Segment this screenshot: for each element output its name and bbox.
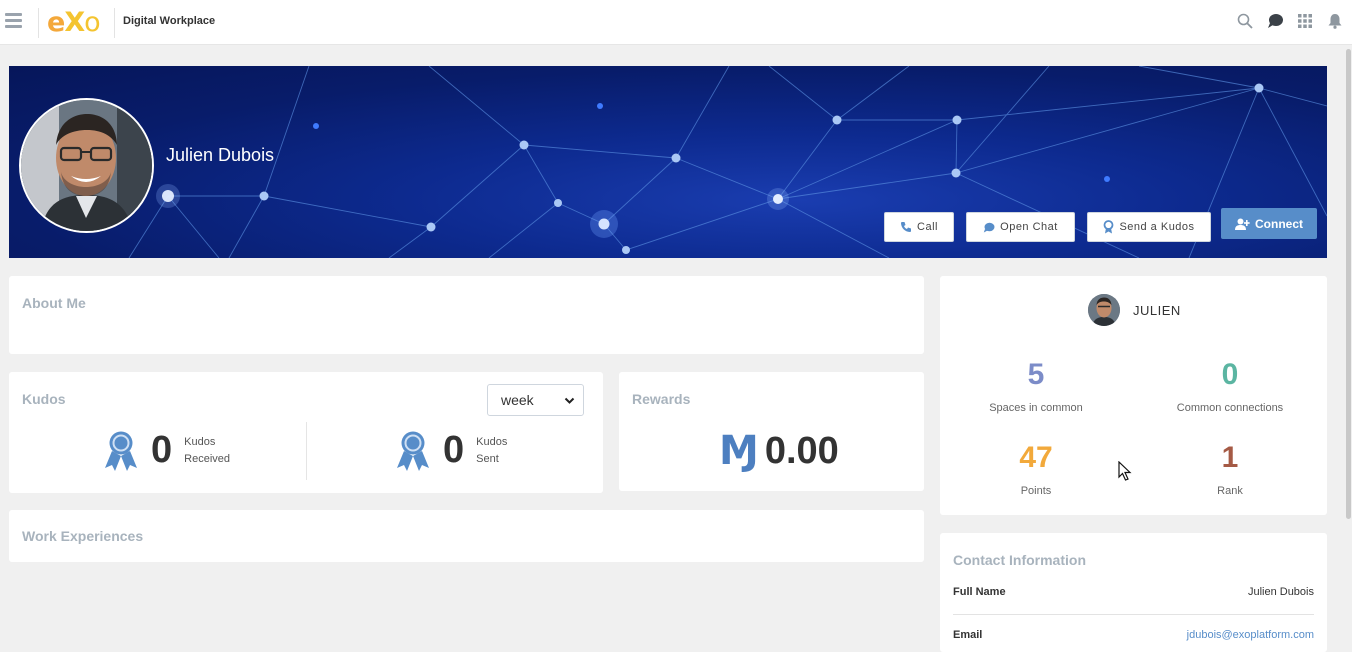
kudos-period-value: week [501,392,534,408]
spaces-in-common-value: 5 [1027,358,1045,391]
full-name-value: Julien Dubois [1247,586,1314,598]
profile-name: Julien Dubois [166,145,275,165]
connect-button[interactable]: Connect [1221,208,1317,239]
kudos-sent-count: 0 [443,429,465,471]
page-scrollbar[interactable] [1345,45,1352,652]
kudos-received[interactable]: 0 Kudos Received [103,429,230,472]
spaces-in-common-stat[interactable]: 5 Spaces in common [946,358,1126,414]
kudos-ribbon-icon [397,431,429,471]
open-chat-label: Open Chat [1000,221,1058,233]
common-connections-value: 0 [1221,358,1239,391]
points-value: 47 [1019,441,1053,474]
avatar [1088,294,1120,326]
full-name-label: Full Name [953,586,1006,598]
send-kudos-label: Send a Kudos [1119,221,1195,233]
about-me-card: About Me [9,276,924,354]
divider [953,614,1314,615]
call-label: Call [917,221,938,233]
add-user-icon [1235,218,1250,230]
workspace-name[interactable]: Digital Workplace [123,15,215,27]
stats-user-name: JULIEN [1133,302,1181,318]
ribbon-icon [1104,220,1114,234]
email-label: Email [953,629,983,641]
kudos-title: Kudos [22,391,66,407]
kudos-period-select[interactable]: week [487,384,584,416]
work-experiences-card: Work Experiences [9,510,924,562]
chevron-down-icon [564,397,575,404]
rewards-balance[interactable]: Ɱ 0.00 [719,428,839,474]
kudos-received-label-2: Received [184,452,230,465]
about-me-title: About Me [22,295,86,311]
chat-bubble-icon [983,222,995,232]
rank-value: 1 [1221,441,1239,474]
rewards-title: Rewards [632,391,691,407]
rewards-currency-icon: Ɱ [719,428,759,474]
points-stat[interactable]: 47 Points [946,441,1126,497]
kudos-sent-label-1: Kudos [476,435,508,448]
menu-icon[interactable] [5,13,22,29]
divider [306,422,307,480]
rank-label: Rank [1217,485,1243,497]
rank-stat[interactable]: 1 Rank [1140,441,1320,497]
connect-label: Connect [1255,216,1303,231]
work-experiences-title: Work Experiences [22,528,144,544]
kudos-sent-label-2: Sent [476,452,499,465]
contact-information-title: Contact Information [953,552,1086,568]
rewards-amount: 0.00 [764,429,839,472]
points-label: Points [1020,485,1052,497]
common-connections-stat[interactable]: 0 Common connections [1140,358,1320,414]
search-icon[interactable] [1236,10,1254,32]
open-chat-button[interactable]: Open Chat [966,212,1075,242]
apps-grid-icon[interactable] [1296,10,1314,32]
kudos-sent[interactable]: 0 Kudos Sent [395,429,507,472]
profile-banner: Julien Dubois Call Open Chat Send a Kudo… [9,66,1327,258]
spaces-in-common-label: Spaces in common [989,402,1083,414]
kudos-ribbon-icon [105,431,137,471]
kudos-received-count: 0 [151,429,173,471]
divider [38,8,39,38]
scrollbar-thumb[interactable] [1346,49,1351,519]
email-link[interactable]: jdubois@exoplatform.com [1187,629,1314,641]
rewards-card: Rewards Ɱ 0.00 [619,372,924,491]
phone-icon [901,222,912,232]
exo-logo[interactable]: eXo [47,6,101,38]
kudos-received-label-1: Kudos [184,435,216,448]
profile-stats-card: JULIEN 5 Spaces in common 0 Common conne… [940,276,1327,515]
bell-icon[interactable] [1326,10,1344,32]
send-kudos-button[interactable]: Send a Kudos [1087,212,1211,242]
divider [114,8,115,38]
profile-avatar[interactable] [19,98,154,233]
top-bar: eXo Digital Workplace [0,0,1352,45]
chat-icon[interactable] [1266,10,1284,32]
kudos-card: Kudos week 0 Kudos Received 0 Kudos Sent [9,372,603,493]
call-button[interactable]: Call [884,212,954,242]
common-connections-label: Common connections [1176,402,1284,414]
contact-information-card: Contact Information Full Name Julien Dub… [940,533,1327,652]
mouse-cursor-icon [1118,461,1132,481]
stats-user[interactable]: JULIEN [1088,294,1181,326]
